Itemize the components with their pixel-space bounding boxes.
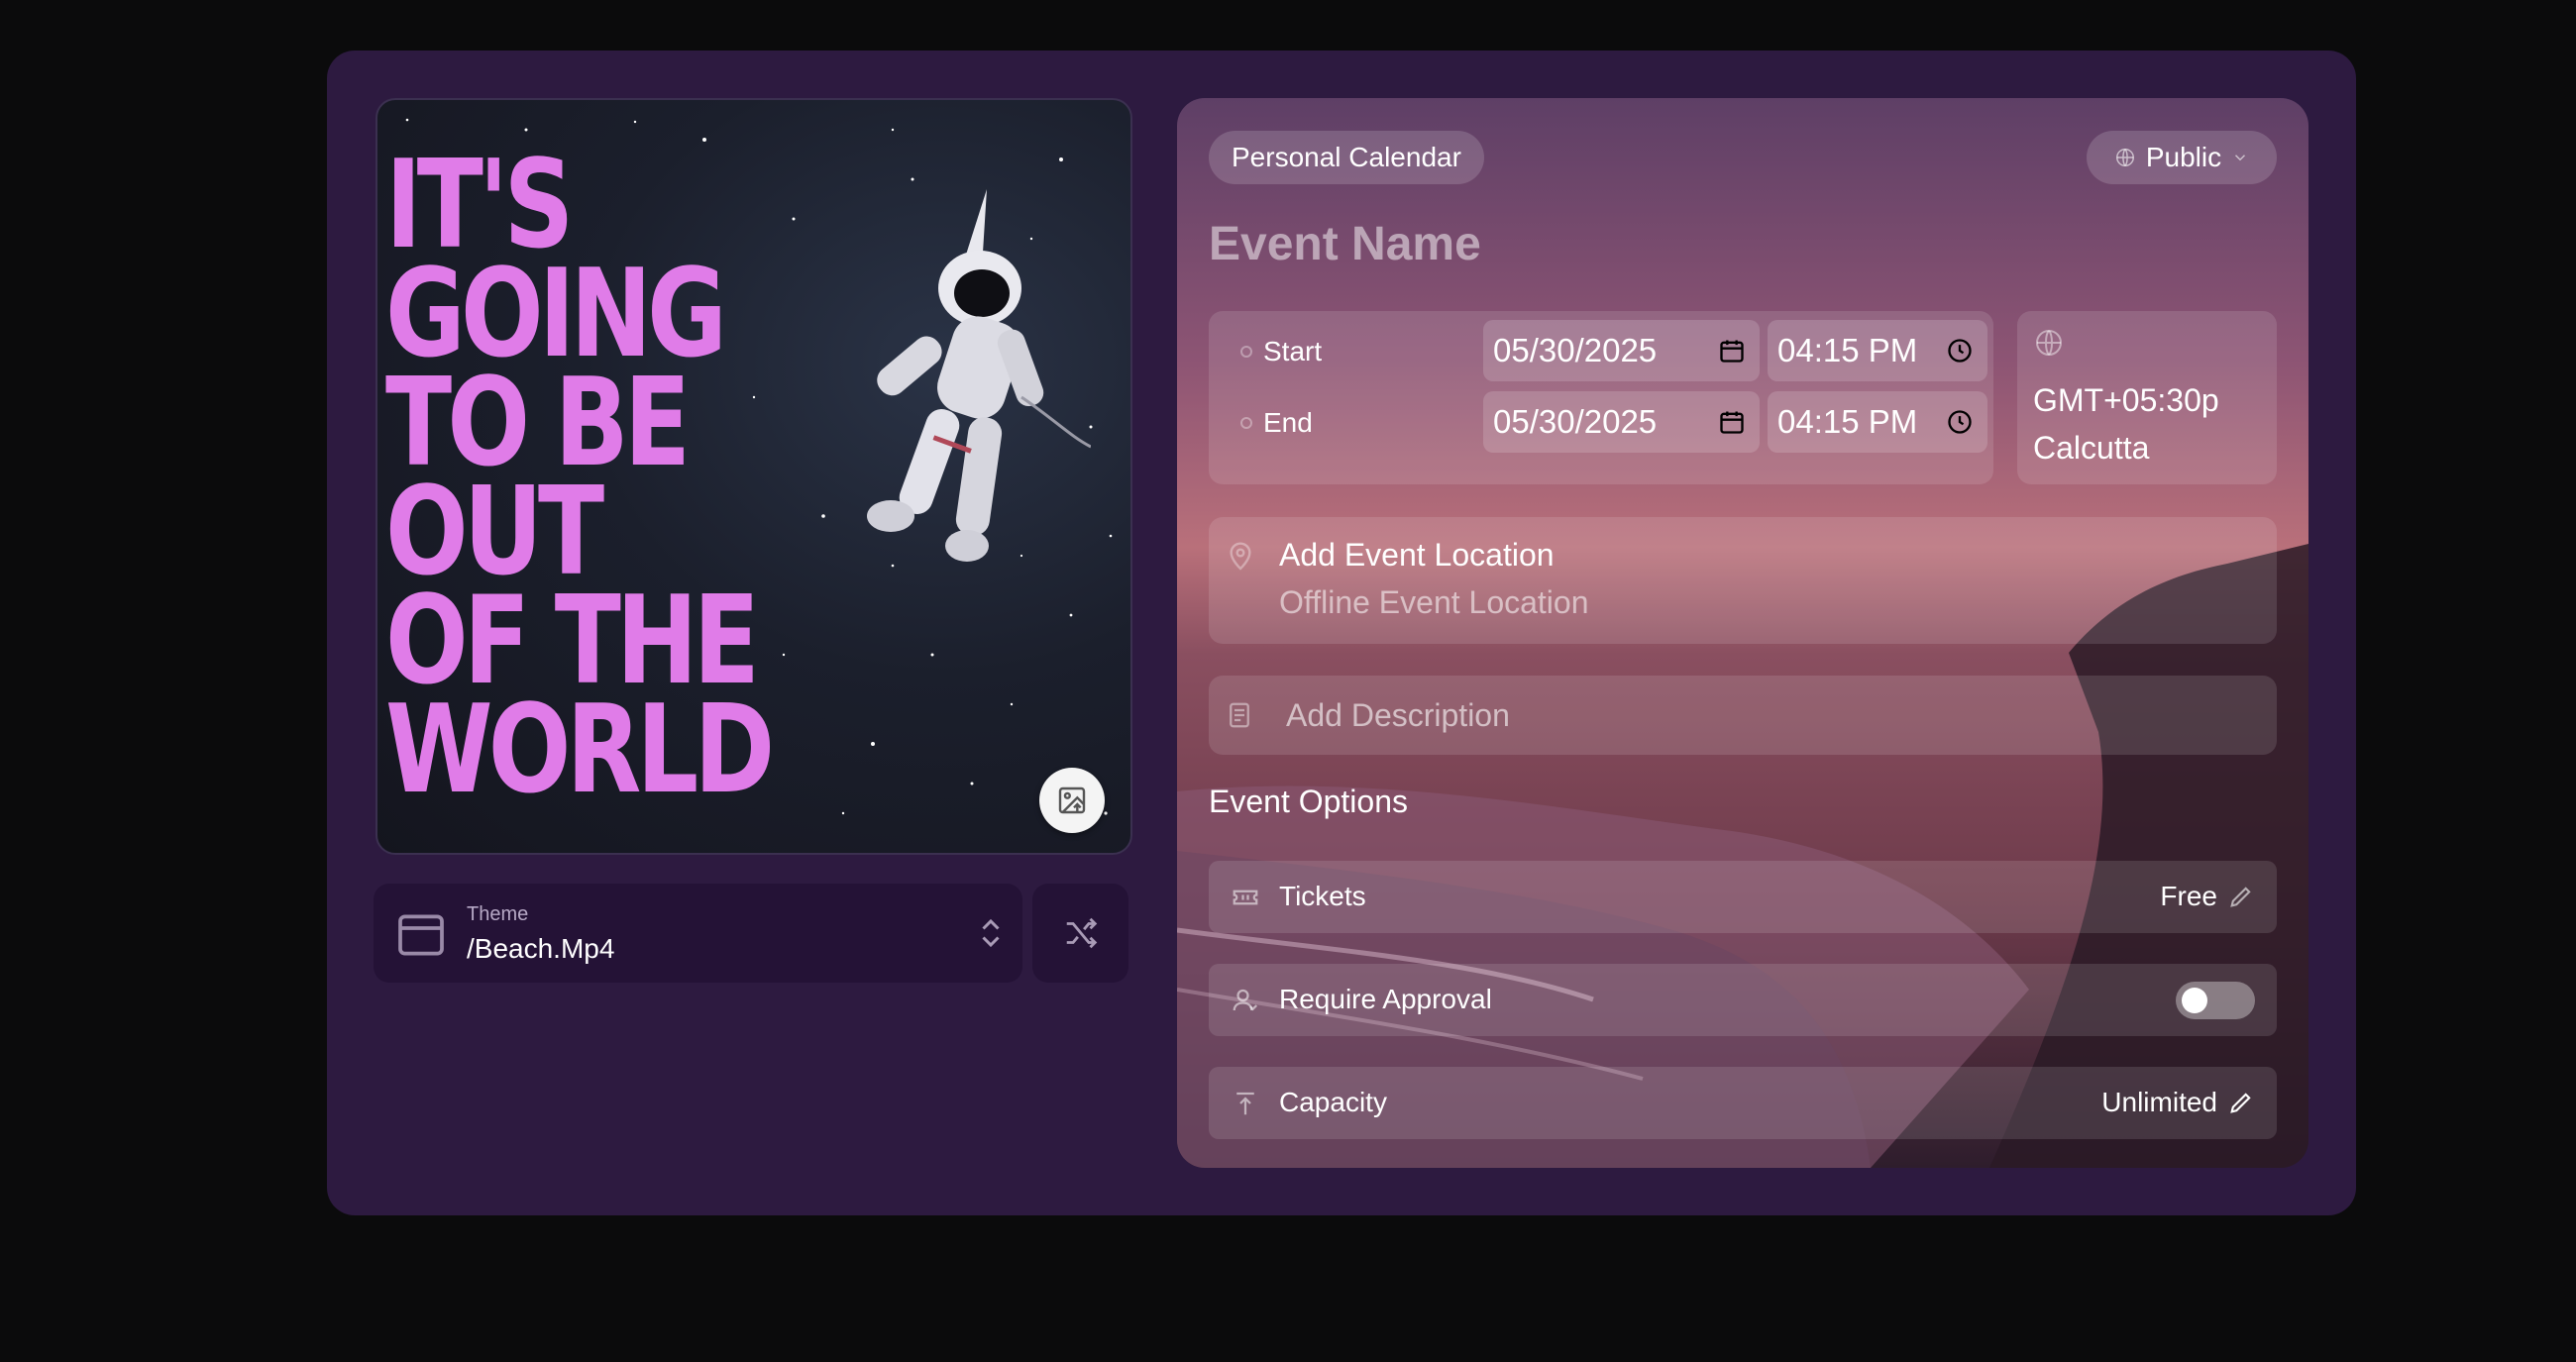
tickets-label: Tickets (1279, 881, 1366, 911)
end-time-value: 04:15 PM (1777, 403, 1918, 440)
end-label: End (1263, 407, 1313, 438)
shuffle-theme-button[interactable] (1032, 884, 1128, 983)
theme-value: /Beach.Mp4 (467, 933, 615, 964)
end-dot (1240, 417, 1252, 429)
clock-icon[interactable] (1946, 408, 1974, 436)
timezone-text: GMT+05:30p Calcutta (2033, 376, 2219, 471)
timezone-selector[interactable]: GMT+05:30p Calcutta (2017, 311, 2277, 484)
start-label: Start (1263, 336, 1323, 367)
chevron-down-icon (2235, 155, 2246, 161)
globe-icon (2036, 330, 2062, 356)
user-check-icon (1233, 989, 1258, 1011)
timezone-city: Calcutta (2033, 430, 2150, 466)
toggle-knob (2182, 988, 2207, 1013)
start-time-input[interactable]: 04:15 PM (1768, 320, 1987, 381)
globe-icon (2115, 149, 2134, 166)
visibility-selector[interactable]: Public (2087, 131, 2277, 184)
pencil-icon[interactable] (2227, 1089, 2255, 1116)
start-date-input[interactable]: 05/30/2025 (1483, 320, 1760, 381)
tickets-value: Free (2160, 881, 2217, 911)
location-subtitle: Offline Event Location (1279, 584, 1589, 620)
arrow-up-to-line-icon (1236, 1092, 1254, 1115)
start-date-value: 05/30/2025 (1493, 332, 1658, 368)
calendar-icon[interactable] (1718, 408, 1746, 436)
event-description-input[interactable]: Add Description (1209, 676, 2277, 755)
date-time-section: Start 05/30/2025 04:15 PM End 05/30/2025… (1209, 311, 1993, 484)
approval-label: Require Approval (1279, 984, 1492, 1014)
end-date-value: 05/30/2025 (1493, 403, 1658, 440)
end-time-input[interactable]: 04:15 PM (1768, 391, 1987, 453)
approval-toggle[interactable] (2176, 982, 2255, 1019)
end-row: End 05/30/2025 04:15 PM (1209, 391, 1993, 453)
tickets-option[interactable]: Tickets Free (1209, 861, 2277, 933)
visibility-label: Public (2145, 142, 2222, 172)
shuffle-icon (1066, 917, 1097, 949)
theme-label: Theme (467, 903, 529, 925)
image-upload-icon (1058, 786, 1086, 814)
require-approval-option: Require Approval (1209, 964, 2277, 1036)
ticket-icon (1233, 890, 1258, 905)
theme-selector[interactable]: Theme /Beach.Mp4 (374, 884, 1022, 983)
event-options-heading: Event Options (1209, 784, 1408, 819)
capacity-label: Capacity (1279, 1087, 1387, 1117)
calendar-label: Personal Calendar (1232, 142, 1461, 172)
change-image-button[interactable] (1039, 768, 1105, 833)
chevron-updown-icon (982, 918, 1000, 948)
event-poster: IT'S GOING TO BE OUT OF THE WORLD (376, 98, 1132, 855)
start-time-value: 04:15 PM (1777, 332, 1918, 368)
start-row: Start 05/30/2025 04:15 PM (1209, 320, 1993, 381)
timezone-offset: GMT+05:30p (2033, 382, 2219, 418)
map-pin-icon (1230, 542, 1251, 571)
end-date-input[interactable]: 05/30/2025 (1483, 391, 1760, 453)
event-editor: IT'S GOING TO BE OUT OF THE WORLD Theme … (327, 51, 2356, 1215)
location-title: Add Event Location (1279, 537, 1555, 573)
event-name-input[interactable]: Event Name (1209, 217, 1481, 271)
frame-icon (398, 914, 444, 956)
event-form-panel: Personal Calendar Public Event Name Star… (1177, 98, 2308, 1168)
document-icon (1230, 702, 1249, 728)
capacity-option[interactable]: Capacity Unlimited (1209, 1067, 2277, 1139)
poster-headline: IT'S GOING TO BE OUT OF THE WORLD (385, 135, 775, 821)
capacity-value: Unlimited (2101, 1087, 2217, 1117)
astronaut-illustration (867, 189, 1091, 562)
event-location-input[interactable]: Add Event Location Offline Event Locatio… (1209, 517, 2277, 644)
calendar-icon[interactable] (1718, 337, 1746, 365)
start-dot (1240, 346, 1252, 358)
calendar-selector[interactable]: Personal Calendar (1209, 131, 1484, 184)
clock-icon[interactable] (1946, 337, 1974, 365)
pencil-icon[interactable] (2227, 883, 2255, 910)
description-placeholder: Add Description (1286, 697, 1510, 733)
